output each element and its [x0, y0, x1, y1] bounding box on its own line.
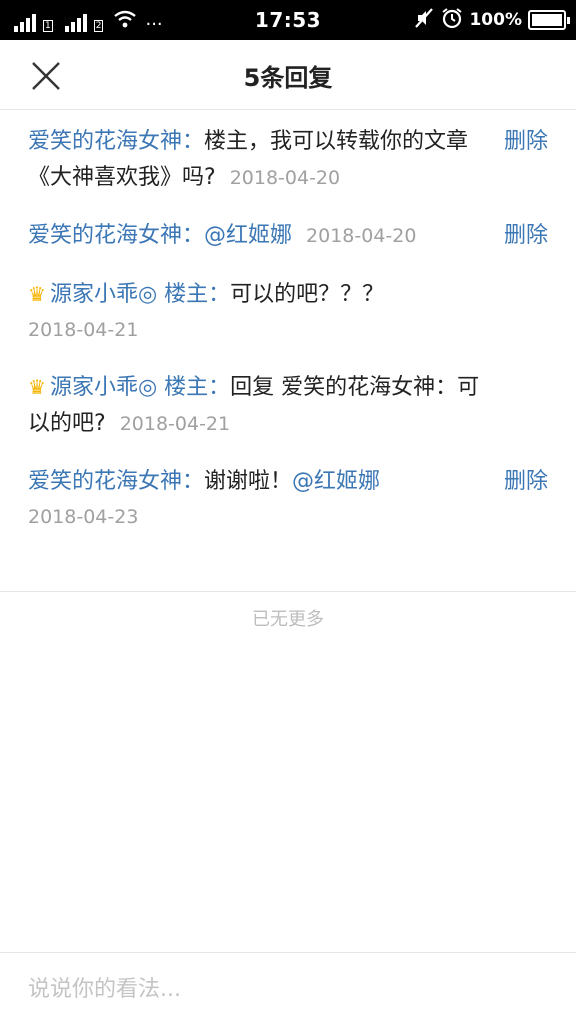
reply-author[interactable]: 源家小乖◎ 楼主： — [50, 282, 230, 307]
reply-content: 爱笑的花海女神：@红姬娜 2018-04-20 — [28, 218, 480, 254]
header: 5条回复 — [0, 40, 576, 110]
reply-author[interactable]: 爱笑的花海女神： — [28, 223, 204, 248]
status-bar: 1 2 ··· 17:53 100% — [0, 0, 576, 40]
no-more-label: 已无更多 — [252, 609, 324, 630]
battery-percent: 100% — [469, 10, 522, 30]
reply-content: 爱笑的花海女神：谢谢啦！@红姬娜 2018-04-23 — [28, 464, 480, 534]
reply-author[interactable]: 源家小乖◎ 楼主： — [50, 375, 230, 400]
delete-button[interactable]: 删除 — [504, 124, 548, 160]
alarm-icon — [441, 7, 463, 34]
reply-date: 2018-04-21 — [119, 413, 231, 435]
reply-date: 2018-04-20 — [306, 225, 417, 247]
reply-item: ♛ 源家小乖◎ 楼主：回复 爱笑的花海女神：可以的吧? 2018-04-21 — [0, 369, 576, 442]
reply-text: 谢谢啦！ — [204, 469, 293, 494]
reply-item: 爱笑的花海女神：楼主，我可以转载你的文章《大神喜欢我》吗? 2018-04-20 … — [0, 124, 576, 196]
reply-prefix: 回复 — [230, 375, 275, 400]
battery-icon — [528, 10, 570, 30]
delete-button[interactable]: 删除 — [504, 218, 548, 254]
reply-content: 爱笑的花海女神：楼主，我可以转载你的文章《大神喜欢我》吗? 2018-04-20 — [28, 124, 480, 196]
reply-content: ♛ 源家小乖◎ 楼主：可以的吧？？？ 2018-04-21 — [28, 276, 480, 347]
page-title: 5条回复 — [243, 64, 333, 92]
reply-item: 爱笑的花海女神：@红姬娜 2018-04-20 删除 — [0, 218, 576, 254]
mute-icon — [413, 7, 435, 34]
crown-icon: ♛ — [28, 375, 46, 399]
reply-date: 2018-04-23 — [28, 506, 139, 528]
crown-icon: ♛ — [28, 282, 46, 306]
reply-date: 2018-04-21 — [28, 319, 139, 341]
divider — [0, 591, 576, 592]
reply-list: 爱笑的花海女神：楼主，我可以转载你的文章《大神喜欢我》吗? 2018-04-20 … — [0, 124, 576, 556]
status-right: 100% — [413, 7, 570, 34]
reply-item: ♛ 源家小乖◎ 楼主：可以的吧？？？ 2018-04-21 — [0, 276, 576, 347]
reply-content: ♛ 源家小乖◎ 楼主：回复 爱笑的花海女神：可以的吧? 2018-04-21 — [28, 369, 480, 442]
reply-mention[interactable]: @红姬娜 — [204, 223, 292, 248]
reply-text: 可以的吧？？？ — [230, 282, 385, 307]
reply-author[interactable]: 爱笑的花海女神： — [28, 129, 204, 154]
comment-bar — [0, 952, 576, 1024]
reply-date: 2018-04-20 — [229, 167, 341, 189]
delete-button[interactable]: 删除 — [504, 464, 548, 500]
reply-mention[interactable]: @红姬娜 — [292, 469, 380, 494]
reply-item: 爱笑的花海女神：谢谢啦！@红姬娜 2018-04-23 删除 — [0, 464, 576, 534]
reply-author[interactable]: 爱笑的花海女神： — [28, 469, 204, 494]
comment-input[interactable] — [28, 967, 548, 1011]
